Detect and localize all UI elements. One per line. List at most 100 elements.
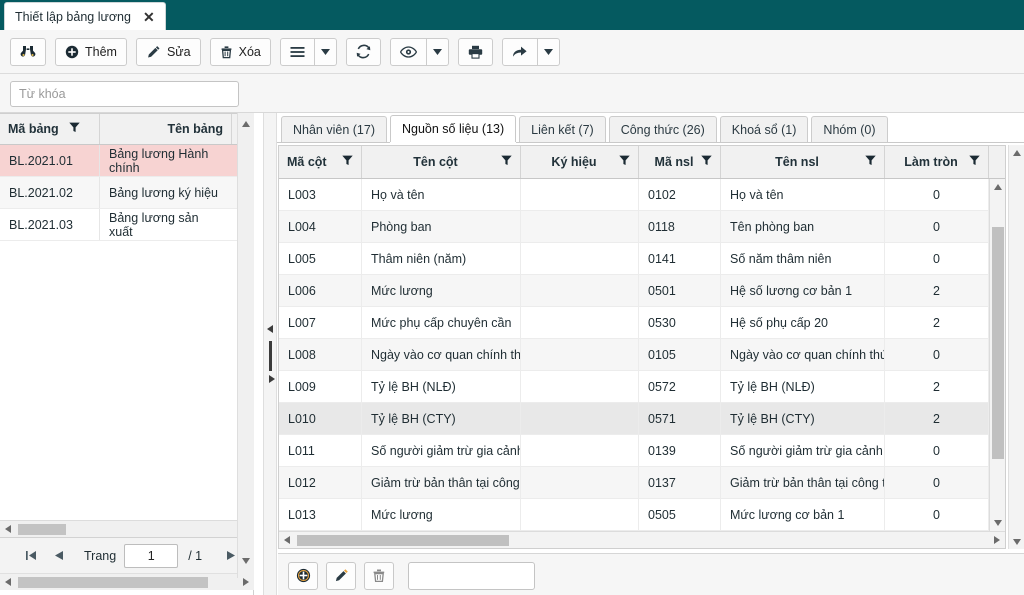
tab-nhan-vien[interactable]: Nhân viên (17) [281,116,387,142]
panel-splitter[interactable] [263,113,277,595]
export-button[interactable] [501,37,538,66]
window-tab-thiet-lap-bang-luong[interactable]: Thiết lập bảng lương ✕ [4,2,166,30]
tab-nguon-so-lieu[interactable]: Nguồn số liệu (13) [390,115,517,142]
find-button[interactable] [10,37,46,66]
menu-dropdown-button[interactable] [314,37,337,66]
column-header-ten-cot[interactable]: Tên cột [362,146,521,178]
table-row[interactable]: L006 Mức lương 0501 Hệ số lương cơ bản 1… [279,275,1005,307]
table-row[interactable]: L007 Mức phụ cấp chuyên cần 0530 Hệ số p… [279,307,1005,339]
grid-horizontal-scrollbar[interactable] [279,531,1005,548]
add-record-button[interactable] [288,561,318,590]
scrollbar-thumb[interactable] [18,524,66,535]
table-row[interactable]: L008 Ngày vào cơ quan chính thức 0105 Ng… [279,339,1005,371]
cell-ky-hieu [521,435,639,466]
filter-icon[interactable] [69,122,80,136]
cell-ma-cot: L011 [279,435,362,466]
close-icon[interactable]: ✕ [141,10,157,24]
tab-khoa-so[interactable]: Khoá sổ (1) [719,116,809,142]
cell-lam-tron: 0 [885,179,989,210]
cell-ten-nsl: Số năm thâm niên [721,243,885,274]
refresh-button[interactable] [345,37,381,66]
column-header-ma-bang[interactable]: Mã bảng [0,114,100,144]
export-dropdown-button[interactable] [537,37,560,66]
table-row[interactable]: L004 Phòng ban 0118 Tên phòng ban 0 [279,211,1005,243]
scroll-right-icon[interactable] [238,521,254,537]
left-panel-horizontal-scrollbar[interactable] [0,573,254,590]
scroll-left-icon[interactable] [0,521,16,537]
scrollbar-thumb[interactable] [297,535,509,546]
column-header-lam-tron[interactable]: Làm tròn [885,146,989,178]
scroll-up-icon[interactable] [238,145,254,161]
search-input[interactable] [10,81,239,107]
scroll-left-icon[interactable] [0,574,16,590]
filter-icon[interactable] [342,155,353,169]
edit-record-button[interactable] [326,561,356,590]
cell-ten-nsl: Số người giảm trừ gia cảnh [721,435,885,466]
add-button-label: Thêm [85,44,117,59]
left-grid-vertical-scrollbar[interactable] [237,145,254,538]
table-row[interactable]: L011 Số người giảm trừ gia cảnh 0139 Số … [279,435,1005,467]
tab-lien-ket[interactable]: Liên kết (7) [519,116,606,142]
table-row[interactable]: L010 Tỷ lệ BH (CTY) 0571 Tỷ lệ BH (CTY) … [279,403,1005,435]
collapse-right-icon[interactable] [266,373,276,385]
view-button[interactable] [389,37,427,66]
tab-label: Nguồn số liệu (13) [402,122,505,136]
scroll-right-icon[interactable] [989,532,1005,548]
splitter-grip[interactable] [269,341,272,371]
scroll-down-icon[interactable] [1009,534,1024,549]
column-header-ten-bang[interactable]: Tên bảng [100,114,232,144]
cell-ma-nsl: 0530 [639,307,721,338]
table-row[interactable]: L003 Họ và tên 0102 Họ và tên 0 [279,179,1005,211]
delete-record-button[interactable] [364,561,394,590]
column-header-ma-nsl[interactable]: Mã nsl [639,146,721,178]
menu-button[interactable] [279,37,315,66]
filter-icon[interactable] [865,155,876,169]
cell-ma-cot: L010 [279,403,362,434]
edit-button[interactable]: Sửa [135,37,201,66]
table-row[interactable]: L012 Giảm trừ bản thân tại công ty 0137 … [279,467,1005,499]
pencil-icon [334,568,349,583]
table-row[interactable]: BL.2021.01 Bảng lương Hành chính [0,145,254,177]
filter-icon[interactable] [701,155,712,169]
scrollbar-thumb[interactable] [992,227,1004,459]
cell-ky-hieu [521,243,639,274]
grid-vertical-scrollbar[interactable] [989,179,1005,531]
table-row[interactable]: BL.2021.02 Bảng lương ký hiệu [0,177,254,209]
table-row[interactable]: L009 Tỷ lệ BH (NLĐ) 0572 Tỷ lệ BH (NLĐ) … [279,371,1005,403]
print-button[interactable] [457,37,493,66]
cell-ma-bang: BL.2021.02 [0,177,100,208]
scrollbar-thumb[interactable] [18,577,208,588]
table-row[interactable]: L013 Mức lương 0505 Mức lương cơ bản 1 0 [279,499,1005,531]
tab-cong-thuc[interactable]: Công thức (26) [608,116,717,142]
column-header-ten-nsl[interactable]: Tên nsl [721,146,885,178]
cell-ky-hieu [521,179,639,210]
page-number-input[interactable] [124,543,179,568]
main-toolbar: Thêm Sửa Xóa [0,30,1024,74]
tab-nhom[interactable]: Nhóm (0) [811,116,888,142]
scroll-down-icon[interactable] [990,515,1005,531]
column-header-ma-cot[interactable]: Mã cột [279,146,362,178]
scroll-right-icon[interactable] [238,574,254,590]
prev-page-icon[interactable] [46,544,72,568]
cell-ma-nsl: 0501 [639,275,721,306]
collapse-left-icon[interactable] [266,323,276,335]
scroll-up-icon[interactable] [1009,145,1024,160]
add-button[interactable]: Thêm [55,37,127,66]
delete-button[interactable]: Xóa [209,37,271,66]
record-note-input[interactable] [408,561,535,590]
scrollbar-thumb[interactable] [240,163,252,204]
scroll-up-icon[interactable] [238,117,253,131]
filter-icon[interactable] [501,155,512,169]
scroll-up-icon[interactable] [990,179,1005,195]
detail-panel-vertical-scrollbar[interactable] [1008,145,1024,549]
table-row[interactable]: L005 Thâm niên (năm) 0141 Số năm thâm ni… [279,243,1005,275]
scroll-down-icon[interactable] [238,554,253,568]
left-grid-horizontal-scrollbar[interactable] [0,520,254,537]
column-header-ky-hieu[interactable]: Ký hiệu [521,146,639,178]
table-row[interactable]: BL.2021.03 Bảng lương sản xuất [0,209,254,241]
scroll-left-icon[interactable] [279,532,295,548]
view-dropdown-button[interactable] [426,37,449,66]
filter-icon[interactable] [619,155,630,169]
first-page-icon[interactable] [18,544,44,568]
filter-icon[interactable] [969,155,980,169]
